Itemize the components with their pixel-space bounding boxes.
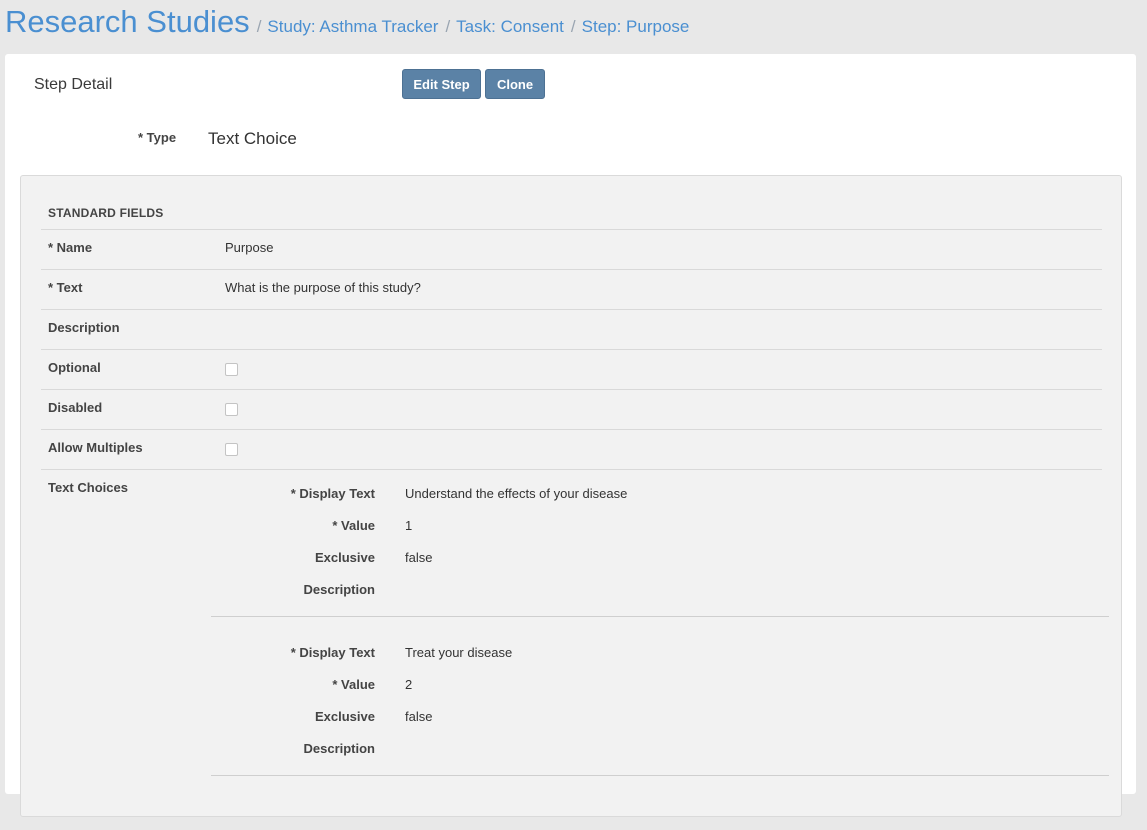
- text-choice-item: * Display Text Understand the effects of…: [211, 476, 1109, 624]
- display-text-value: Treat your disease: [405, 645, 513, 660]
- display-text-label: * Display Text: [290, 645, 375, 660]
- app-title-link[interactable]: Research Studies: [5, 0, 250, 44]
- field-value: What is the purpose of this study?: [225, 280, 421, 295]
- exclusive-label: Exclusive: [315, 709, 375, 724]
- field-value: Purpose: [225, 240, 274, 255]
- field-label: * Name: [48, 240, 93, 255]
- field-label: Optional: [48, 360, 101, 375]
- disabled-checkbox[interactable]: [225, 403, 238, 416]
- field-row-name: * Name Purpose: [41, 229, 1102, 270]
- description-label: Description: [303, 582, 375, 597]
- field-row-disabled: Disabled: [41, 389, 1102, 430]
- field-row-allow-multiples: Allow Multiples: [41, 429, 1102, 470]
- clone-button[interactable]: Clone: [485, 69, 545, 99]
- step-detail-panel: Step Detail Edit Step Clone * Type Text …: [5, 54, 1136, 817]
- field-label: * Text: [48, 280, 83, 295]
- field-label: Text Choices: [48, 480, 128, 495]
- field-row-description: Description: [41, 309, 1102, 350]
- type-label: * Type: [138, 130, 177, 145]
- optional-checkbox[interactable]: [225, 363, 238, 376]
- value-value: 1: [405, 518, 413, 533]
- field-row-text: * Text What is the purpose of this study…: [41, 269, 1102, 310]
- breadcrumb-separator: /: [256, 17, 262, 36]
- breadcrumb-step-link[interactable]: Step: Purpose: [582, 17, 690, 37]
- exclusive-label: Exclusive: [315, 550, 375, 565]
- field-label: Disabled: [48, 400, 103, 415]
- panel-title: Step Detail: [34, 76, 113, 93]
- display-text-value: Understand the effects of your disease: [405, 486, 628, 501]
- exclusive-value: false: [405, 550, 433, 565]
- breadcrumb-separator: /: [445, 17, 451, 36]
- field-label: Description: [48, 320, 120, 335]
- breadcrumb-study-link[interactable]: Study: Asthma Tracker: [267, 17, 438, 37]
- value-label: * Value: [332, 518, 375, 533]
- exclusive-value: false: [405, 709, 433, 724]
- section-heading: STANDARD FIELDS: [48, 206, 164, 220]
- breadcrumb-separator: /: [570, 17, 576, 36]
- divider: [211, 775, 1109, 776]
- value-label: * Value: [332, 677, 375, 692]
- breadcrumb-task-link[interactable]: Task: Consent: [456, 17, 564, 37]
- field-label: Allow Multiples: [48, 440, 143, 455]
- breadcrumb: Research Studies / Study: Asthma Tracker…: [5, 0, 689, 52]
- type-value: Text Choice: [208, 129, 297, 148]
- display-text-label: * Display Text: [290, 486, 375, 501]
- edit-step-button[interactable]: Edit Step: [402, 69, 481, 99]
- field-row-optional: Optional: [41, 349, 1102, 390]
- divider: [211, 616, 1109, 617]
- allow-multiples-checkbox[interactable]: [225, 443, 238, 456]
- value-value: 2: [405, 677, 413, 692]
- standard-fields-box: STANDARD FIELDS * Name Purpose * Text Wh…: [20, 175, 1122, 817]
- text-choice-item: * Display Text Treat your disease * Valu…: [211, 635, 1109, 783]
- description-label: Description: [303, 741, 375, 756]
